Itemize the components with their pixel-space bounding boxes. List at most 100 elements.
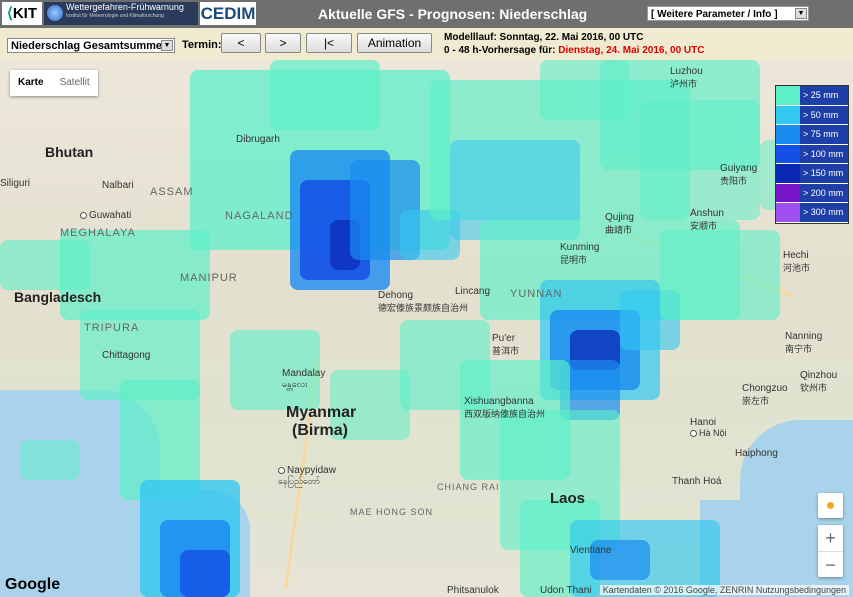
city-label: Kunming 昆明市 [560, 242, 599, 266]
city-label: Nalbari [102, 180, 134, 191]
forecast-date: Dienstag, 24. Mai 2016, 00 UTC [558, 45, 705, 56]
forecast-text: 0 - 48 h-Vorhersage für: Dienstag, 24. M… [444, 45, 704, 56]
product-select-value: Niederschlag Gesamtsumme [11, 40, 163, 52]
legend-label: > 100 mm [803, 148, 844, 159]
zoom-in-button[interactable]: + [818, 525, 843, 552]
warning-logo[interactable]: Wettergefahren-Frühwarnung Institut für … [44, 2, 198, 25]
chevron-down-icon: ▼ [795, 8, 807, 19]
city-label: Anshun 安顺市 [690, 208, 724, 232]
google-logo-text: Google [5, 576, 61, 593]
pegman-icon[interactable]: ● [818, 493, 843, 518]
map-type-control: Karte Satellit [10, 70, 98, 96]
region-name: MAE HONG SON [350, 507, 434, 517]
city-label: Nanning 南宁市 [785, 331, 822, 355]
cedim-logo-text: CEDIM [200, 4, 256, 23]
legend-swatch [776, 86, 800, 105]
precipitation-cell [0, 240, 90, 290]
city-name: Chongzuo [742, 383, 788, 394]
precipitation-legend: > 25 mm > 50 mm > 75 mm > 100 mm > 150 mm > 2… [775, 85, 849, 224]
legend-swatch [776, 164, 800, 183]
country-label: Myanmar [286, 404, 357, 421]
first-button[interactable]: |< [306, 33, 352, 53]
city-label: Hechi 河池市 [783, 250, 810, 274]
city-label: Phitsanulok [447, 585, 499, 596]
city-name-local: 普洱市 [492, 346, 520, 356]
city-name: Dehong [378, 290, 414, 301]
legend-label: > 150 mm [803, 168, 844, 178]
city-name-local: 贵阳市 [720, 176, 748, 186]
city-dot [278, 466, 285, 474]
previous-button[interactable]: < [221, 33, 261, 53]
city-label: Siliguri [0, 178, 30, 189]
legend-swatch [776, 203, 800, 222]
city-name-local: မန္တလေး [282, 379, 308, 389]
legend-row: > 25 mm [776, 86, 848, 106]
region-name: MANIPUR [180, 272, 238, 284]
city-label: Luzhou 泸州市 [670, 66, 703, 90]
city-name: Haiphong [735, 448, 778, 459]
region-label: ASSAM [150, 186, 194, 198]
header-bar: ⟨KIT Wettergefahren-Frühwarnung Institut… [0, 0, 853, 28]
city-label: Guiyang 贵阳市 [720, 163, 757, 187]
warning-logo-title: Wettergefahren-Frühwarnung [66, 2, 184, 12]
city-name: Naypyidaw [287, 465, 336, 476]
city-name: Hechi [783, 250, 809, 261]
legend-row: > 200 mm [776, 183, 848, 203]
globe-icon [47, 5, 63, 21]
legend-row: > 50 mm [776, 105, 848, 125]
precipitation-cell [270, 60, 380, 130]
precipitation-cell [640, 100, 760, 220]
zoom-control: + − [818, 525, 843, 577]
product-select[interactable]: Niederschlag Gesamtsumme ▼ [7, 38, 175, 53]
toolbar: Niederschlag Gesamtsumme ▼ Termin: < > |<… [0, 28, 853, 61]
page-title: Aktuelle GFS - Prognosen: Niederschlag [318, 6, 588, 22]
city-label: Naypyidaw နေပြည်တော် [278, 465, 336, 489]
animation-button[interactable]: Animation [357, 33, 432, 53]
country-label: Bangladesch [14, 289, 102, 305]
city-label: Xishuangbanna 西双版纳傣族自治州 [464, 396, 545, 420]
city-name-local: 崇左市 [742, 396, 770, 406]
city-label: Guwahati [80, 210, 131, 221]
precipitation-cell [180, 550, 230, 597]
city-label: Udon Thani [540, 585, 592, 596]
map-type-karte[interactable]: Karte [10, 70, 52, 96]
region-name: NAGALAND [225, 210, 294, 222]
legend-swatch [776, 183, 800, 202]
kit-logo-text: KIT [12, 5, 38, 22]
map-type-satellit[interactable]: Satellit [52, 70, 98, 96]
legend-label: > 50 mm [803, 109, 839, 120]
legend-label: > 75 mm [803, 129, 839, 139]
city-name: Guwahati [89, 210, 132, 221]
city-label: Dibrugarh [236, 134, 280, 145]
region-label: NAGALAND [225, 210, 294, 222]
map-attribution[interactable]: Kartendaten © 2016 Google, ZENRIN Nutzun… [599, 585, 849, 595]
city-name-local: 钦州市 [800, 383, 828, 393]
city-label: Qinzhou 钦州市 [800, 370, 837, 394]
city-name-local: Hà Nội [699, 428, 727, 438]
city-name-local: 德宏傣族景颇族自治州 [378, 303, 469, 313]
city-label: Vientiane [570, 545, 612, 556]
parameter-select[interactable]: [ Weitere Parameter / Info ] ▼ [647, 6, 809, 21]
city-name: Qinzhou [800, 370, 838, 381]
country-label: Bhutan [45, 144, 94, 160]
cedim-logo[interactable]: CEDIM [200, 2, 256, 25]
city-name: Udon Thani [540, 585, 592, 596]
city-name-local: 河池市 [783, 263, 811, 273]
city-label: Haiphong [735, 448, 778, 459]
map-canvas[interactable]: Bhutan Bangladesch Myanmar (Birma) Laos … [0, 60, 853, 597]
city-name: Thanh Hoá [672, 476, 722, 487]
legend-swatch [776, 144, 800, 163]
city-name-local: 曲靖市 [605, 225, 633, 235]
kit-logo[interactable]: ⟨KIT [2, 2, 42, 25]
region-name: ASSAM [150, 186, 194, 198]
legend-label: > 300 mm [803, 207, 844, 217]
country-label: (Birma) [292, 422, 349, 439]
region-label: MEGHALAYA [60, 227, 136, 239]
city-name: Lincang [455, 286, 491, 297]
city-name: Kunming [560, 242, 600, 253]
zoom-out-button[interactable]: − [818, 552, 843, 578]
legend-row: > 100 mm [776, 144, 848, 164]
next-button[interactable]: > [265, 33, 301, 53]
city-name: Pu'er [492, 333, 516, 344]
forecast-prefix: 0 - 48 h-Vorhersage für: [444, 45, 559, 56]
